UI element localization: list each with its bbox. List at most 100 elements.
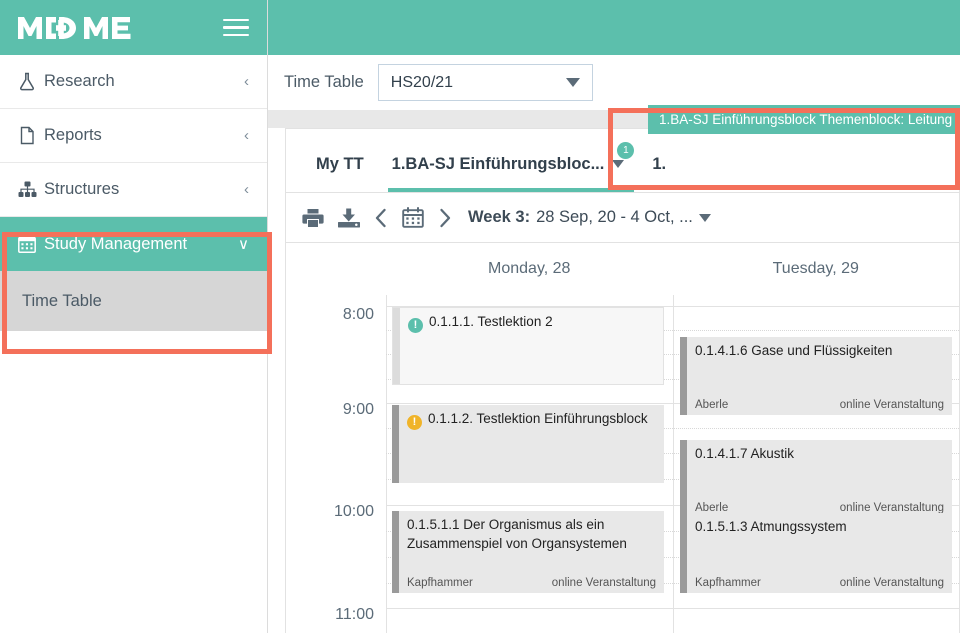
event-title-text: 0.1.4.1.6 Gase und Flüssigkeiten (695, 343, 893, 358)
semester-select[interactable]: HS20/21 (377, 64, 593, 101)
event-accent-bar (680, 440, 687, 518)
event-accent-bar (680, 513, 687, 593)
event-body: 0.1.5.1.1 Der Organismus als ein Zusamme… (399, 511, 664, 593)
sidebar-item-study-management[interactable]: Study Management ∨ (0, 217, 267, 271)
time-table-card: My TT 1.BA-SJ Einführungsbloc... 1 1. We… (285, 128, 960, 633)
app-root: Research ‹ Reports ‹ Structures ‹ Study … (0, 0, 960, 633)
sidebar-subitem-time-table[interactable]: Time Table (0, 271, 267, 331)
calendar: Monday, 28 Tuesday, 29 8:00 9:00 10:00 1… (286, 243, 959, 633)
sidebar-item-research[interactable]: Research ‹ (0, 55, 267, 109)
sidebar-item-label: Research (44, 72, 115, 90)
tab-tooltip: 1.BA-SJ Einführungsblock Themenblock: Le… (648, 105, 960, 134)
week-range-label: 28 Sep, 20 - 4 Oct, ... (536, 208, 693, 226)
event-title: ! 0.1.1.2. Testlektion Einführungsblock (407, 410, 656, 431)
chevron-left-icon: ‹ (244, 127, 249, 144)
tab-my-tt[interactable]: My TT (302, 136, 378, 192)
sidebar-item-label: Reports (44, 126, 102, 144)
event-footer: Aberle online Veranstaltung (695, 399, 944, 411)
event-status-icon: ! (407, 415, 422, 431)
chevron-left-icon: ‹ (244, 73, 249, 90)
tab-label: My TT (316, 154, 364, 173)
time-gutter: 8:00 9:00 10:00 11:00 (286, 295, 386, 633)
download-icon[interactable] (338, 208, 360, 228)
hamburger-line (223, 26, 249, 29)
calendar-event[interactable]: 0.1.4.1.6 Gase und Flüssigkeiten Aberle … (680, 337, 952, 415)
hamburger-line (223, 18, 249, 22)
event-teacher: Kapfhammer (695, 577, 761, 589)
event-body: 0.1.4.1.7 Akustik Aberle online Veransta… (687, 440, 952, 518)
calendar-body: 8:00 9:00 10:00 11:00 ! 0.1.1.1. Testlek… (286, 295, 959, 633)
event-title-text: 0.1.1.1. Testlektion 2 (429, 314, 553, 329)
tab-next-partial[interactable]: 1. (638, 136, 680, 192)
chevron-right-icon[interactable] (438, 208, 452, 228)
sidebar-subitem-label: Time Table (22, 291, 102, 310)
hour-label: 10:00 (333, 503, 374, 520)
event-title: 0.1.5.1.3 Atmungssystem (695, 518, 944, 537)
calendar-event[interactable]: 0.1.4.1.7 Akustik Aberle online Veransta… (680, 440, 952, 518)
week-range-selector[interactable]: Week 3: 28 Sep, 20 - 4 Oct, ... (468, 208, 711, 227)
event-mode: online Veranstaltung (839, 399, 944, 411)
chevron-down-icon (565, 78, 580, 87)
sidebar-item-reports[interactable]: Reports ‹ (0, 109, 267, 163)
grid-day-divider (673, 295, 674, 633)
event-title: 0.1.5.1.1 Der Organismus als ein Zusamme… (407, 516, 656, 553)
sidebar: Research ‹ Reports ‹ Structures ‹ Study … (0, 0, 268, 633)
event-title-text: 0.1.5.1.1 Der Organismus als ein Zusamme… (407, 517, 627, 551)
event-body: 0.1.5.1.3 Atmungssystem Kapfhammer onlin… (687, 513, 952, 593)
event-teacher: Aberle (695, 399, 729, 411)
event-footer: Kapfhammer online Veranstaltung (407, 577, 656, 589)
main-area: Time Table HS20/21 My TT 1.BA-SJ Einführ… (268, 0, 960, 633)
event-accent-bar (392, 405, 399, 483)
day-header-tuesday: Tuesday, 29 (772, 260, 859, 277)
tab-einfuehrungsblock[interactable]: 1.BA-SJ Einführungsbloc... 1 (378, 136, 639, 192)
app-logo[interactable] (18, 15, 146, 41)
event-body: 0.1.4.1.6 Gase und Flüssigkeiten Aberle … (687, 337, 952, 415)
chevron-down-icon (698, 213, 711, 222)
event-body: ! 0.1.1.1. Testlektion 2 (400, 308, 663, 384)
event-mode: online Veranstaltung (839, 577, 944, 589)
event-title-text: 0.1.4.1.7 Akustik (695, 446, 795, 461)
document-icon (18, 126, 44, 145)
hamburger-line (223, 33, 249, 37)
hour-label: 8:00 (342, 306, 374, 323)
calendar-icon[interactable] (402, 207, 424, 228)
day-header-monday: Monday, 28 (488, 260, 571, 277)
event-footer: Kapfhammer online Veranstaltung (695, 577, 944, 589)
event-title: 0.1.4.1.7 Akustik (695, 445, 944, 464)
tab-label: 1.BA-SJ Einführungsbloc... (391, 154, 605, 173)
chevron-left-icon[interactable] (374, 208, 388, 228)
calendar-event[interactable]: 0.1.5.1.3 Atmungssystem Kapfhammer onlin… (680, 513, 952, 593)
printer-icon[interactable] (302, 208, 324, 228)
flask-icon (18, 72, 44, 91)
event-accent-bar (392, 511, 399, 593)
page-title: Time Table (284, 73, 364, 91)
tab-bar: My TT 1.BA-SJ Einführungsbloc... 1 1. (286, 129, 959, 193)
hour-label: 11:00 (335, 606, 374, 623)
calendar-event[interactable]: 0.1.5.1.1 Der Organismus als ein Zusamme… (392, 511, 664, 593)
medme-logo-icon (18, 16, 131, 39)
calendar-event[interactable]: ! 0.1.1.2. Testlektion Einführungsblock (392, 405, 664, 483)
chevron-down-icon[interactable] (612, 160, 625, 168)
event-status-icon: ! (408, 318, 423, 334)
event-mode: online Veranstaltung (551, 577, 656, 589)
event-title: ! 0.1.1.1. Testlektion 2 (408, 313, 655, 334)
tab-badge-count: 1 (617, 142, 635, 159)
hamburger-menu-button[interactable] (223, 18, 249, 37)
calendar-icon (18, 235, 44, 253)
calendar-toolbar: Week 3: 28 Sep, 20 - 4 Oct, ... (286, 193, 959, 243)
sidebar-item-structures[interactable]: Structures ‹ (0, 163, 267, 217)
calendar-grid[interactable]: ! 0.1.1.1. Testlektion 2 ! 0.1.1.2. Testle… (386, 295, 959, 633)
event-accent-bar (393, 308, 400, 384)
event-title-text: 0.1.1.2. Testlektion Einführungsblock (428, 411, 648, 426)
event-title: 0.1.4.1.6 Gase und Flüssigkeiten (695, 342, 944, 361)
page-subheader: Time Table HS20/21 (268, 55, 960, 110)
event-title-text: 0.1.5.1.3 Atmungssystem (695, 519, 847, 534)
week-number-label: Week 3: (468, 208, 531, 226)
calendar-day-headers: Monday, 28 Tuesday, 29 (286, 243, 959, 295)
sidebar-item-label: Structures (44, 180, 120, 198)
calendar-event[interactable]: ! 0.1.1.1. Testlektion 2 (392, 307, 664, 385)
event-accent-bar (680, 337, 687, 415)
event-body: ! 0.1.1.2. Testlektion Einführungsblock (399, 405, 664, 483)
sitemap-icon (18, 181, 44, 198)
brand-bar (0, 0, 267, 55)
